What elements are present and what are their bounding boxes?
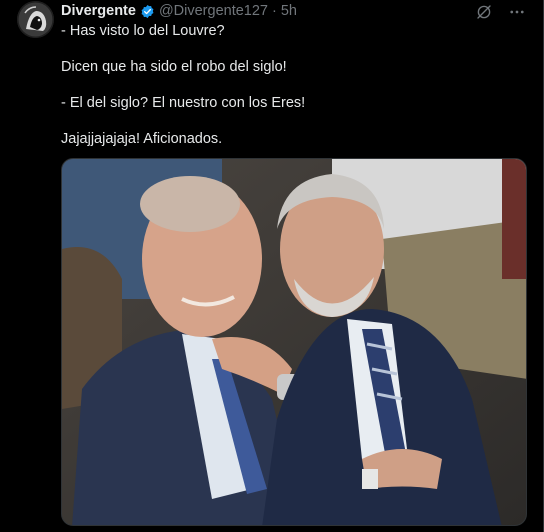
- more-icon[interactable]: [508, 3, 526, 21]
- tweet-line: [61, 76, 516, 94]
- tweet-actions-top: [475, 3, 526, 21]
- tweet-line: [61, 112, 516, 130]
- tweet-line: [61, 40, 516, 58]
- tweet-line: - Has visto lo del Louvre?: [61, 23, 225, 39]
- tweet[interactable]: Divergente @Divergente127 · 5h - Has vis…: [0, 0, 544, 532]
- avatar-illustration: [17, 1, 54, 38]
- author-name[interactable]: Divergente: [61, 3, 136, 19]
- tweet-line: - El del siglo? El nuestro con los Eres!: [61, 95, 306, 111]
- tweet-text: - Has visto lo del Louvre? Dicen que ha …: [61, 22, 516, 148]
- tweet-header: Divergente @Divergente127 · 5h: [61, 2, 297, 20]
- tweet-line: Dicen que ha sido el robo del siglo!: [61, 59, 287, 75]
- author-avatar[interactable]: [17, 1, 54, 38]
- photo-illustration: [62, 159, 526, 525]
- tweet-photo[interactable]: [61, 158, 527, 526]
- verified-badge-icon: [140, 4, 155, 19]
- tweet-timestamp[interactable]: 5h: [281, 3, 297, 19]
- grok-icon[interactable]: [475, 3, 493, 21]
- separator-dot: ·: [272, 3, 277, 19]
- tweet-line: Jajajjajajaja! Aficionados.: [61, 131, 223, 147]
- author-handle[interactable]: @Divergente127: [159, 3, 268, 19]
